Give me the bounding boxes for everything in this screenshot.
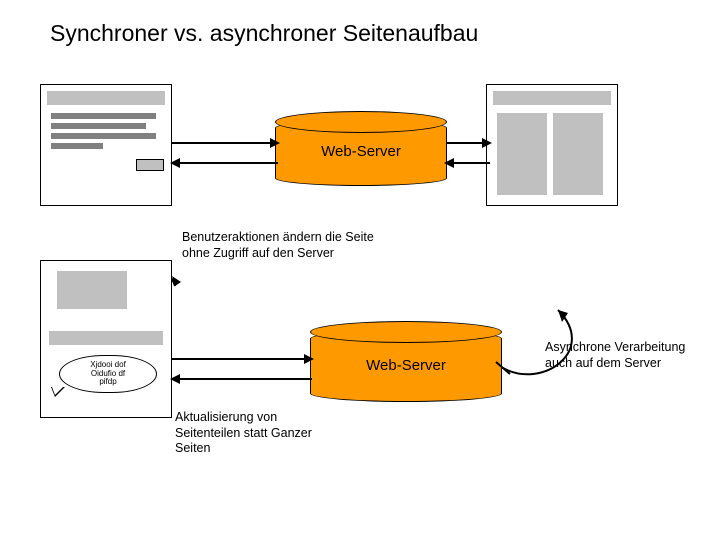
page-text-line — [51, 113, 156, 119]
arrowhead-icon — [170, 158, 180, 168]
page-text-line — [51, 143, 103, 149]
web-server-cylinder-top: Web-Server — [275, 120, 447, 186]
note-partial-update: Aktualisierung von Seitenteilen statt Ga… — [175, 410, 335, 457]
arrow-response-bottom — [178, 378, 312, 380]
browser-sync-before — [40, 84, 172, 206]
self-arrow-server — [488, 300, 598, 380]
web-server-label: Web-Server — [276, 143, 446, 160]
slide-title: Synchroner vs. asynchroner Seitenaufbau — [50, 20, 478, 47]
arrow-request-top-right — [447, 142, 485, 144]
browser-sync-after — [486, 84, 618, 206]
arrowhead-icon — [482, 138, 492, 148]
page-header-block — [57, 271, 127, 309]
arrowhead-icon — [170, 374, 180, 384]
web-server-cylinder-bottom: Web-Server — [310, 330, 502, 402]
arrowhead-icon — [270, 138, 280, 148]
arrowhead-icon — [444, 158, 454, 168]
browser-async: Xjdooi dof Oidufio df pifdp — [40, 260, 172, 418]
page-column — [553, 113, 603, 195]
page-title-bar — [49, 331, 163, 345]
arrow-response-top-left — [178, 162, 278, 164]
page-submit-button — [136, 159, 164, 171]
arrowhead-icon — [304, 354, 314, 364]
web-server-label: Web-Server — [311, 357, 501, 374]
arrow-request-bottom — [172, 358, 306, 360]
arrow-response-top-right — [452, 162, 490, 164]
page-title-bar — [493, 91, 611, 105]
tooltip-bubble: Xjdooi dof Oidufio df pifdp — [59, 355, 157, 393]
page-text-line — [51, 133, 156, 139]
tooltip-line: pifdp — [60, 378, 156, 387]
arrow-request-top-left — [172, 142, 272, 144]
page-text-line — [51, 123, 146, 129]
page-column — [497, 113, 547, 195]
tooltip-tail-icon — [51, 387, 65, 397]
page-title-bar — [47, 91, 165, 105]
note-user-actions: Benutzeraktionen ändern die Seite ohne Z… — [182, 230, 402, 261]
